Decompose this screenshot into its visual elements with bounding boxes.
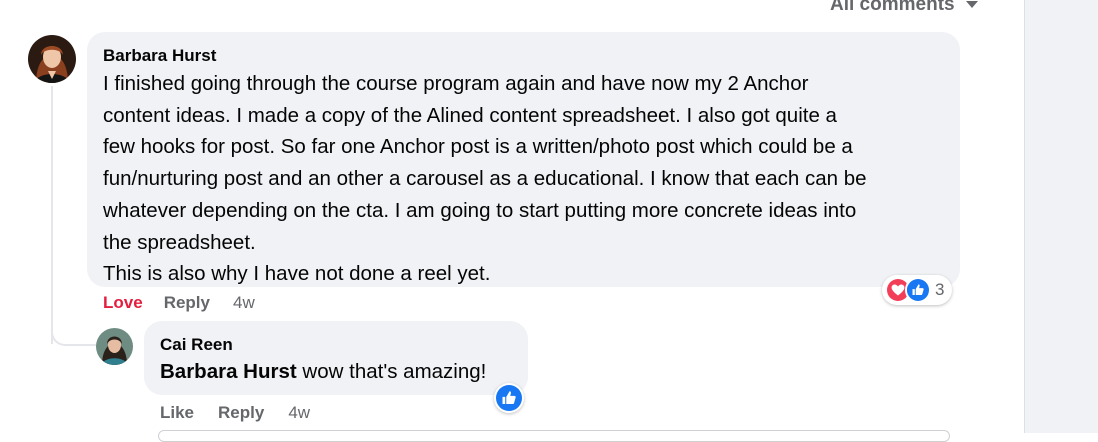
mention-link[interactable]: Barbara Hurst xyxy=(160,360,297,383)
reply-input-box[interactable] xyxy=(158,430,950,442)
like-reaction-badge[interactable] xyxy=(494,383,524,413)
comment-sort-dropdown[interactable]: All comments xyxy=(830,0,979,16)
comment-author[interactable]: Cai Reen xyxy=(160,335,233,355)
avatar[interactable] xyxy=(96,328,133,365)
like-button[interactable]: Like xyxy=(160,403,194,423)
comment-bubble: Barbara Hurst I finished going through t… xyxy=(87,32,960,287)
reply-button[interactable]: Reply xyxy=(164,293,210,313)
thread-line xyxy=(51,86,53,344)
love-button[interactable]: Love xyxy=(103,293,143,313)
right-panel xyxy=(1024,0,1098,433)
caret-down-icon xyxy=(965,1,978,8)
reaction-summary[interactable]: 3 xyxy=(882,275,953,305)
comment-text: I finished going through the course prog… xyxy=(103,72,867,286)
comment-actions: Love Reply 4w xyxy=(103,293,255,313)
like-icon xyxy=(905,277,931,303)
thread-connector xyxy=(51,320,99,346)
reply-bubble: Cai Reen Barbara Hurst wow that's amazin… xyxy=(144,321,528,395)
reply-actions: Like Reply 4w xyxy=(160,403,310,423)
comment-text: Barbara Hurst wow that's amazing! xyxy=(160,356,486,388)
avatar[interactable] xyxy=(28,35,76,83)
reaction-count: 3 xyxy=(935,280,945,299)
comment-author[interactable]: Barbara Hurst xyxy=(103,46,216,66)
reply-button[interactable]: Reply xyxy=(218,403,264,423)
reply-text: wow that's amazing! xyxy=(296,360,487,383)
comment-timestamp[interactable]: 4w xyxy=(288,403,310,423)
sort-label: All comments xyxy=(830,0,955,15)
comment-timestamp[interactable]: 4w xyxy=(233,293,255,313)
like-icon xyxy=(496,385,522,411)
